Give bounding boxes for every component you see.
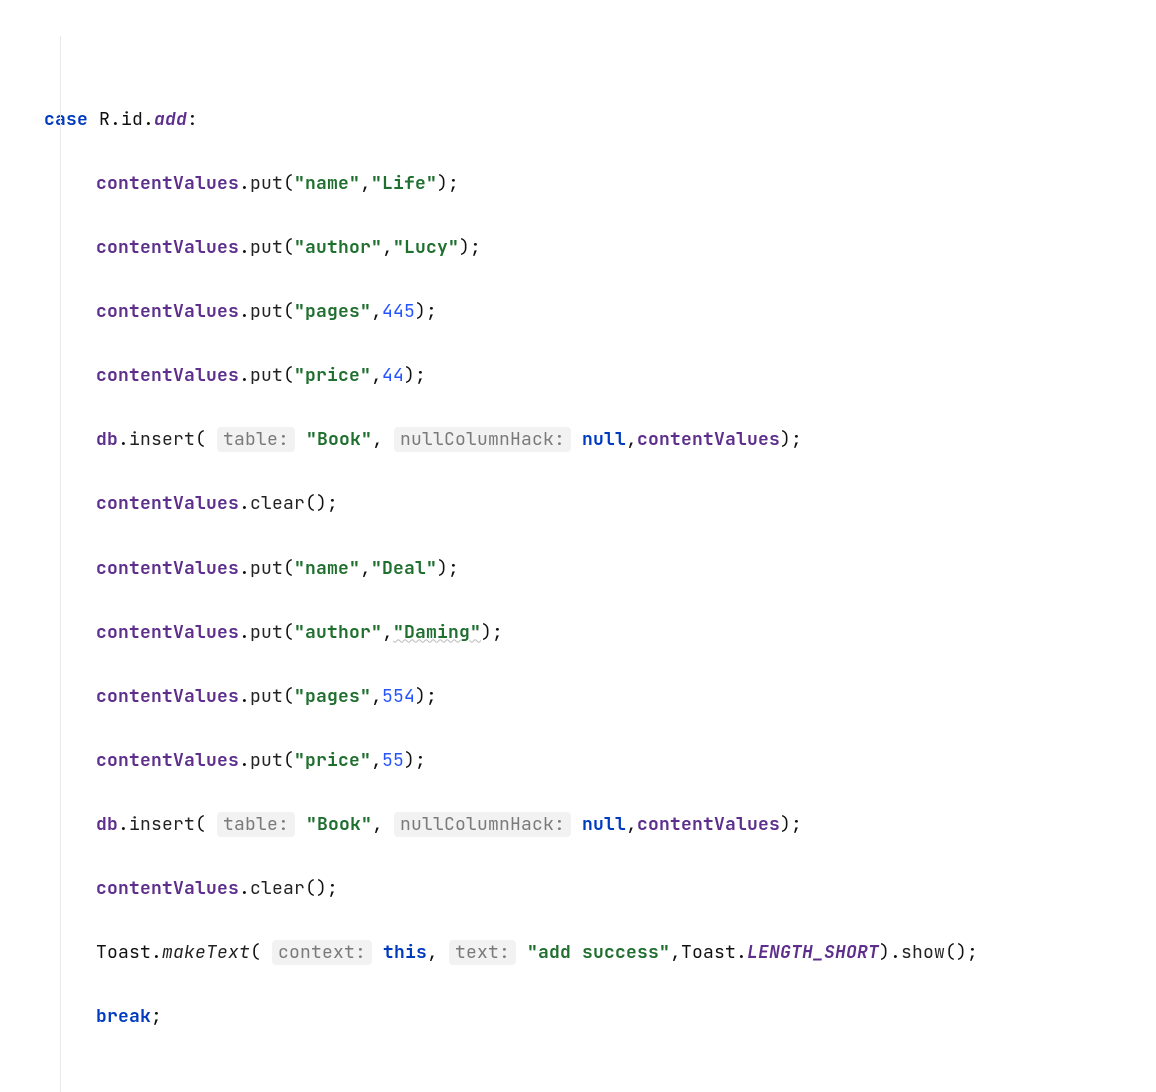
- code-line: contentValues.clear();: [0, 488, 1156, 520]
- string-literal: "name": [294, 172, 360, 195]
- string-literal-warning: "Daming": [393, 621, 481, 644]
- indent-guide: [60, 36, 61, 1092]
- method-insert: insert: [129, 428, 195, 451]
- number-literal: 445: [382, 300, 415, 323]
- class-id: id: [121, 108, 143, 131]
- field-LENGTH_SHORT: LENGTH_SHORT: [747, 941, 879, 964]
- code-line: break;: [0, 1001, 1156, 1033]
- param-hint: context:: [272, 940, 372, 965]
- code-line: contentValues.put("name","Life");: [0, 168, 1156, 200]
- method-clear: clear: [250, 492, 305, 515]
- code-line: contentValues.put("author","Daming");: [0, 617, 1156, 649]
- param-hint: text:: [449, 940, 516, 965]
- code-line: Toast.makeText( context: this, text: "ad…: [0, 937, 1156, 969]
- code-line: contentValues.put("name","Deal");: [0, 553, 1156, 585]
- keyword-case: case: [44, 108, 88, 131]
- class-R: R: [99, 108, 110, 131]
- code-line: contentValues.put("pages",554);: [0, 681, 1156, 713]
- code-line: contentValues.put("pages",445);: [0, 296, 1156, 328]
- code-line: db.insert( table: "Book", nullColumnHack…: [0, 809, 1156, 841]
- keyword-break: break: [96, 1005, 151, 1028]
- param-hint: nullColumnHack:: [394, 427, 571, 452]
- field-contentValues: contentValues: [96, 172, 239, 195]
- code-line: db.insert( table: "Book", nullColumnHack…: [0, 424, 1156, 456]
- code-line: case R.id.add:: [0, 104, 1156, 136]
- field-db: db: [96, 428, 118, 451]
- class-Toast: Toast: [96, 941, 151, 964]
- field-add: add: [154, 108, 187, 131]
- code-line: contentValues.put("price",55);: [0, 745, 1156, 777]
- string-literal: "Life": [371, 172, 437, 195]
- method-put: put: [250, 172, 283, 195]
- method-show: show: [901, 941, 945, 964]
- keyword-null: null: [582, 428, 626, 451]
- keyword-this: this: [383, 941, 427, 964]
- code-line: contentValues.put("author","Lucy");: [0, 232, 1156, 264]
- code-line: contentValues.put("price",44);: [0, 360, 1156, 392]
- param-hint: table:: [217, 427, 295, 452]
- code-line: contentValues.clear();: [0, 873, 1156, 905]
- code-block: case R.id.add: contentValues.put("name",…: [0, 8, 1156, 1092]
- method-makeText: makeText: [162, 941, 250, 964]
